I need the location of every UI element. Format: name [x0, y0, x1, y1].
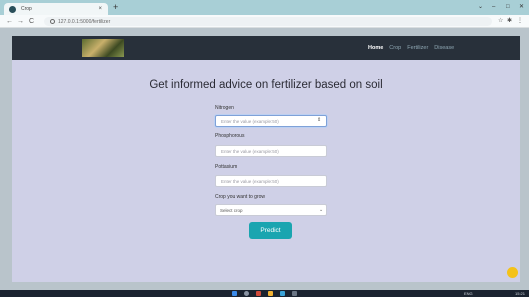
url-text: 127.0.0.1:5000/fertilizer — [58, 18, 111, 25]
main-content: Get informed advice on fertilizer based … — [12, 60, 520, 282]
page-title: Get informed advice on fertilizer based … — [149, 79, 383, 91]
tab-close-icon[interactable]: × — [98, 5, 102, 13]
minimize-button[interactable]: – — [492, 3, 495, 11]
reload-icon[interactable]: C — [29, 17, 34, 26]
phosphorous-label: Phosphorous — [215, 133, 245, 139]
menu-icon[interactable]: ⋮ — [517, 17, 523, 26]
potassium-input[interactable] — [215, 175, 327, 187]
close-window-button[interactable]: ✕ — [519, 3, 524, 11]
nitrogen-label: Nitrogen — [215, 105, 234, 111]
new-tab-button[interactable]: + — [113, 2, 118, 12]
nav-link-disease[interactable]: Disease — [434, 45, 454, 51]
number-spinner-icon[interactable]: ⇕ — [317, 117, 321, 123]
tab-search-icon[interactable]: ⌄ — [478, 3, 483, 11]
phosphorous-input[interactable] — [215, 145, 327, 157]
app-icon[interactable] — [256, 291, 261, 296]
chevron-down-icon: ⌄ — [319, 207, 324, 213]
crop-select-value: Select crop — [220, 208, 243, 213]
folder-icon[interactable] — [268, 291, 273, 296]
chat-icon[interactable] — [507, 267, 518, 278]
app-icon[interactable] — [280, 291, 285, 296]
crop-label: Crop you want to grow — [215, 194, 266, 200]
windows-icon[interactable] — [232, 291, 237, 296]
browser-tabstrip: Crop × + ⌄ – □ ✕ — [0, 0, 529, 15]
info-icon[interactable] — [50, 19, 55, 24]
url-field[interactable]: 127.0.0.1:5000/fertilizer — [44, 17, 492, 26]
predict-button[interactable]: Predict — [249, 222, 292, 239]
favicon-icon — [9, 5, 16, 13]
language-indicator[interactable]: ENG — [464, 290, 473, 297]
tab-title: Crop — [21, 6, 32, 12]
back-icon[interactable]: ← — [6, 17, 13, 26]
browser-tab[interactable]: Crop × — [4, 3, 108, 15]
nitrogen-input[interactable] — [215, 115, 327, 127]
potassium-label: Pottasium — [215, 164, 238, 170]
maximize-button[interactable]: □ — [506, 3, 510, 11]
app-icon[interactable] — [292, 291, 297, 296]
nav-links: Home Crop Fertilizer Disease — [368, 36, 454, 60]
os-taskbar: ENG 15:21 — [0, 290, 529, 297]
address-bar-row: ← → C 127.0.0.1:5000/fertilizer ☆ ✱ ⋮ — [0, 15, 529, 28]
nav-link-fertilizer[interactable]: Fertilizer — [407, 45, 428, 51]
clock[interactable]: 15:21 — [515, 290, 525, 297]
search-icon[interactable] — [244, 291, 249, 296]
star-icon[interactable]: ☆ — [498, 17, 503, 26]
site-logo[interactable] — [82, 39, 124, 57]
nav-link-crop[interactable]: Crop — [389, 45, 401, 51]
site-navbar: Home Crop Fertilizer Disease — [12, 36, 520, 60]
nav-link-home[interactable]: Home — [368, 45, 383, 51]
forward-icon[interactable]: → — [17, 17, 24, 26]
extensions-icon[interactable]: ✱ — [507, 17, 512, 26]
